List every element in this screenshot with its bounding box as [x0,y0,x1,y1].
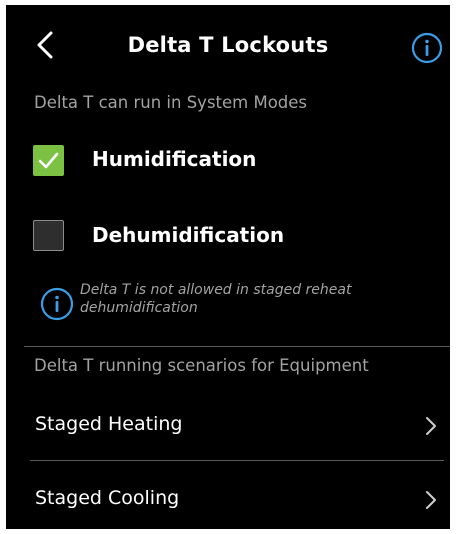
list-item-label: Staged Heating [35,413,183,435]
info-button[interactable] [411,32,443,64]
list-item-staged-cooling[interactable]: Staged Cooling [6,465,450,529]
chevron-right-icon [426,491,436,509]
info-note: Delta T is not allowed in staged reheat … [38,281,398,325]
list-item-staged-heating[interactable]: Staged Heating [6,391,450,461]
list-item-label: Staged Cooling [35,487,180,509]
info-icon [40,287,74,321]
section-divider [24,346,450,347]
dehumidification-checkbox[interactable] [33,220,64,251]
system-modes-label: Delta T can run in System Modes [34,93,308,112]
info-icon [411,32,443,64]
equipment-label: Delta T running scenarios for Equipment [34,356,369,375]
row-divider [30,460,444,461]
screen: Delta T Lockouts Delta T can run in Syst… [6,5,450,529]
note-text: Delta T is not allowed in staged reheat … [80,282,352,316]
dehumidification-label[interactable]: Dehumidification [92,223,284,247]
humidification-label[interactable]: Humidification [92,147,256,171]
header: Delta T Lockouts [6,5,450,87]
page-title: Delta T Lockouts [127,33,329,57]
checkmark-icon [38,152,59,169]
humidification-checkbox[interactable] [33,145,64,176]
chevron-right-icon [426,417,436,435]
